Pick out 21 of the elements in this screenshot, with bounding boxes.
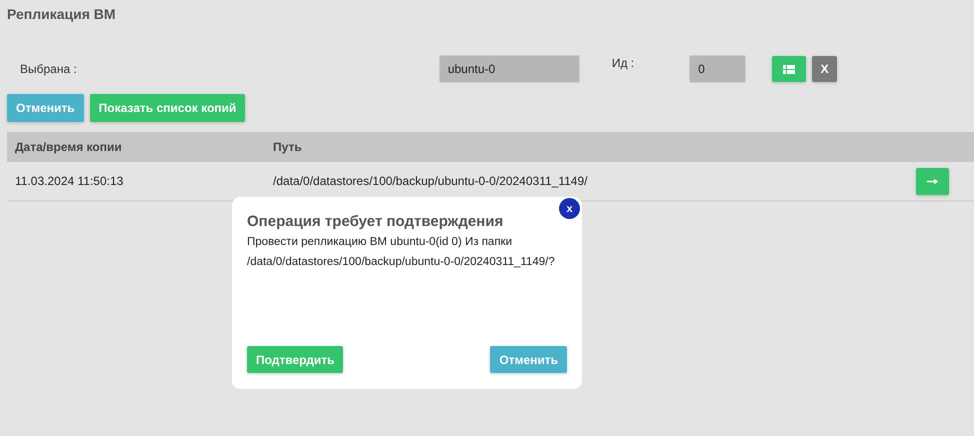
id-label: Ид :	[612, 56, 634, 70]
list-icon	[783, 64, 796, 74]
show-copies-button[interactable]: Показать список копий	[90, 94, 246, 122]
column-header: Путь	[272, 140, 303, 154]
clear-button[interactable]: X	[812, 56, 838, 82]
list-button[interactable]	[772, 56, 806, 82]
table-cell-text: 11.03.2024 11:50:13	[14, 174, 124, 188]
selected-label: Выбрана :	[20, 62, 77, 76]
page-title: Репликация ВМ	[7, 6, 117, 24]
cancel-button[interactable]: Отменить	[7, 94, 84, 122]
table-cell-text: /data/0/datastores/100/backup/ubuntu-0-0/20240311_1149/	[272, 174, 588, 188]
vm-name-field[interactable]: ubuntu-0	[438, 55, 580, 83]
id-field[interactable]: 0	[689, 55, 746, 83]
cancel-button[interactable]: Отменить	[490, 346, 567, 373]
dialog-title: Операция требует подтверждения	[247, 213, 504, 230]
close-button[interactable]: x	[559, 198, 580, 219]
dialog-message: Провести репликацию ВМ ubuntu-0(id 0) Из папки /data/0/datastores/100/backup/ubuntu-0-0/20240311_1149/?	[247, 235, 556, 270]
restore-button[interactable]	[916, 168, 949, 194]
confirm-button[interactable]: Подтвердить	[247, 346, 344, 373]
column-header: Дата/время копии	[14, 140, 123, 154]
arrow-right-icon	[927, 178, 938, 184]
